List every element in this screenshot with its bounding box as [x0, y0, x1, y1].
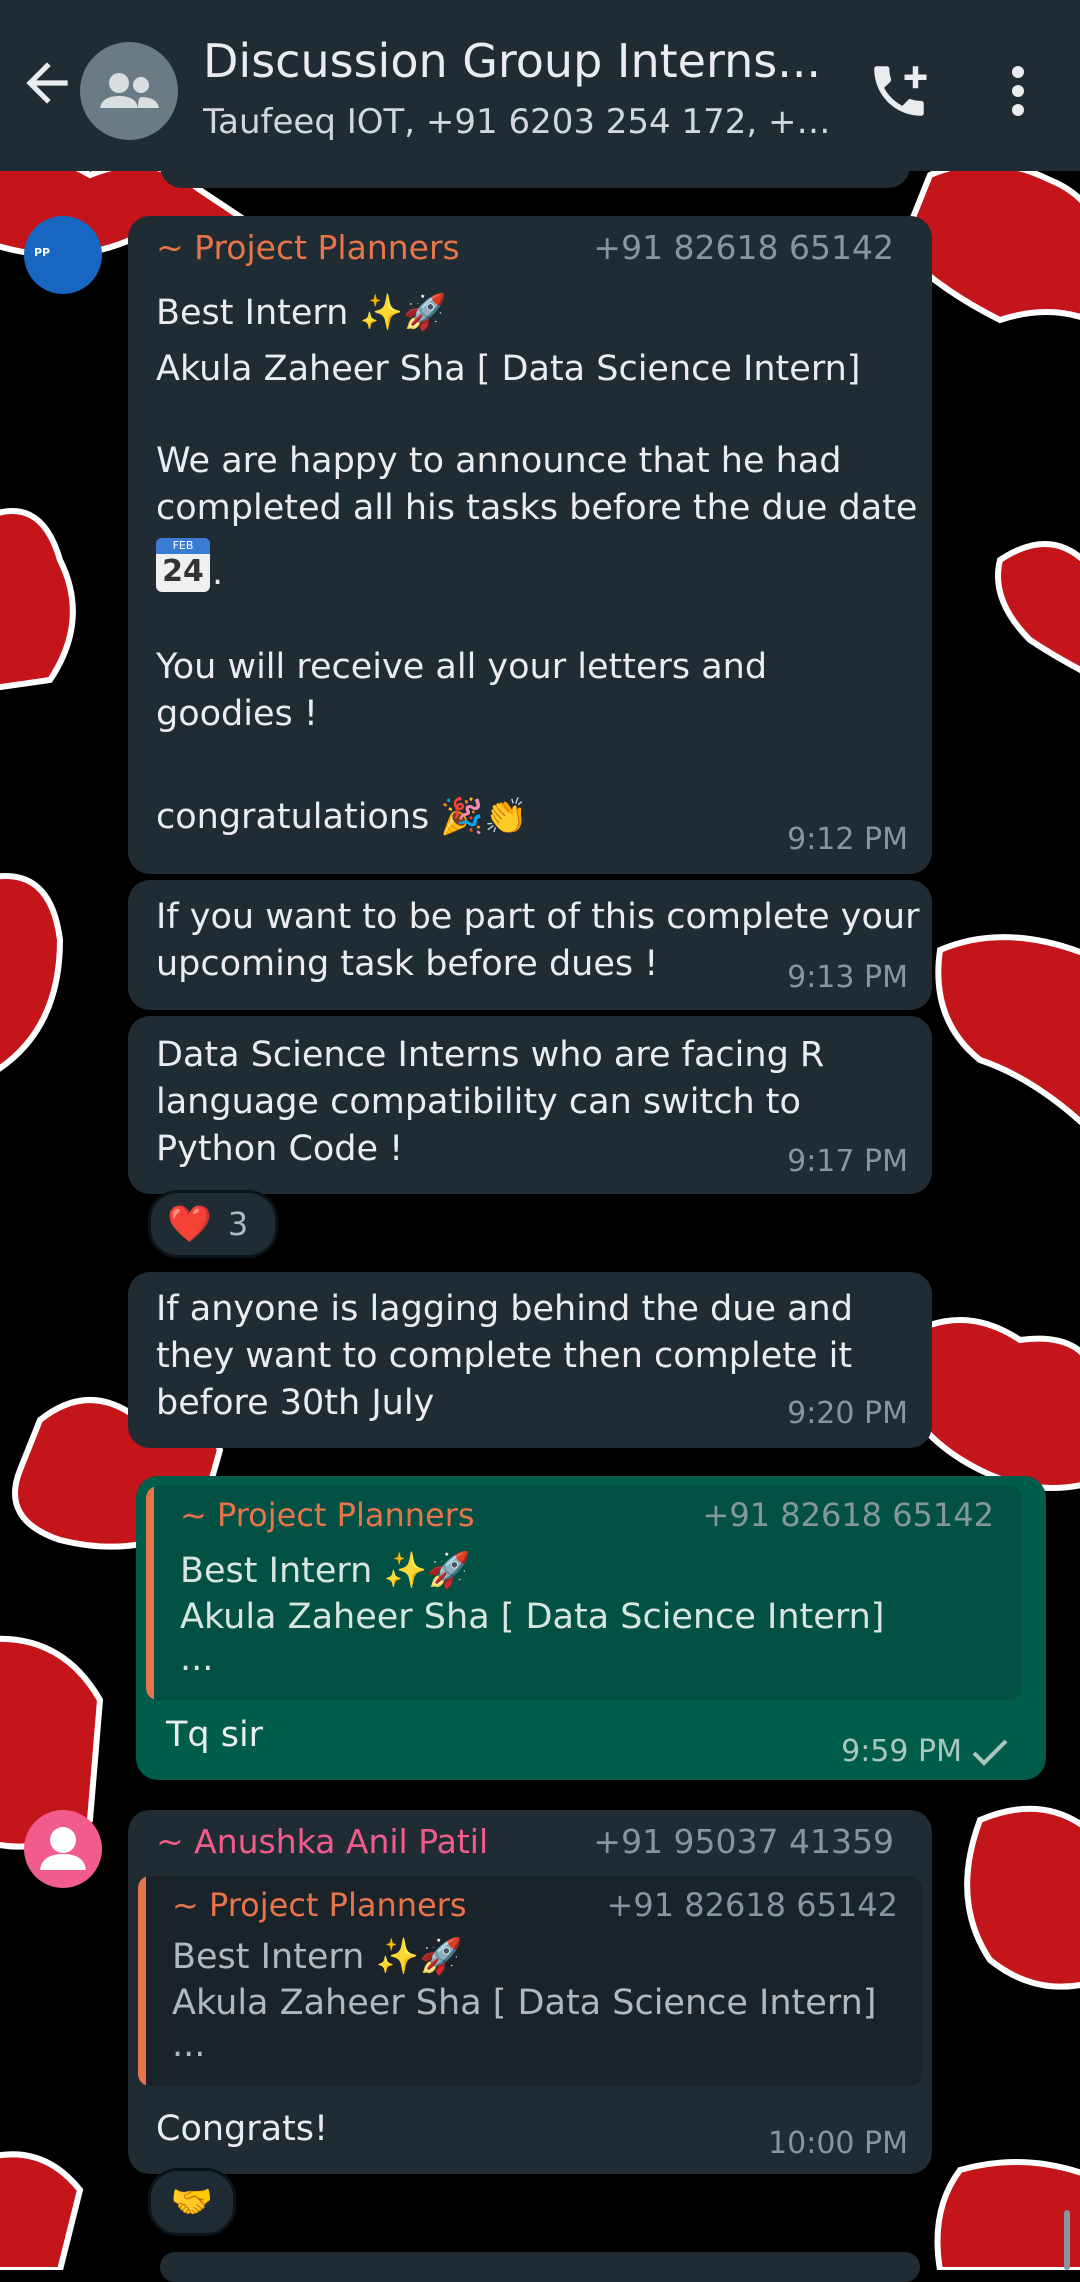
calendar-month: FEB	[156, 538, 210, 554]
avatar-initials: PP	[34, 246, 51, 259]
quoted-text-line: ...	[180, 1639, 214, 1679]
message-text: Tq sir	[166, 1715, 264, 1755]
message-sender[interactable]: ~ Anushka Anil Patil	[156, 1822, 488, 1861]
message-time: 9:59 PM	[841, 1734, 962, 1769]
message-text-line: congratulations 🎉👏	[156, 797, 528, 837]
back-button[interactable]	[16, 52, 78, 114]
quoted-message[interactable]: ~ Project Planners +91 82618 65142 Best …	[146, 1486, 1022, 1700]
quote-bar	[138, 1876, 146, 2086]
group-avatar[interactable]	[80, 42, 178, 140]
sender-phone: +91 82618 65142	[593, 228, 894, 267]
quoted-text-line: Akula Zaheer Sha [ Data Science Intern]	[180, 1597, 885, 1637]
calendar-emoji: FEB 24	[156, 538, 210, 592]
group-icon	[100, 73, 159, 108]
message-text: If anyone is lagging behind the due and …	[156, 1289, 865, 1423]
chat-members[interactable]: Taufeeq IOT, +91 6203 254 172, +91...	[203, 102, 833, 142]
handshake-reaction-icon: 🤝	[170, 2182, 214, 2222]
heart-reaction-icon: ❤️	[167, 1204, 212, 1245]
reaction-badge[interactable]: ❤️ 3	[148, 1190, 278, 1258]
sender-avatar[interactable]	[24, 1810, 102, 1888]
reaction-badge[interactable]: 🤝	[148, 2168, 236, 2236]
add-call-icon	[874, 66, 927, 116]
quoted-phone: +91 82618 65142	[702, 1496, 994, 1534]
quoted-text-line: ...	[172, 2025, 206, 2065]
message-bubble[interactable]: ~ Project Planners +91 82618 65142 Best …	[128, 216, 932, 874]
quoted-text-line: Best Intern ✨🚀	[180, 1551, 471, 1591]
more-vert-icon	[1012, 66, 1024, 116]
message-bubble[interactable]: Data Science Interns who are facing R la…	[128, 1016, 932, 1194]
sender-phone: +91 95037 41359	[593, 1822, 894, 1861]
sender-avatar[interactable]: PP	[24, 216, 102, 294]
message-bubble[interactable]: If you want to be part of this complete …	[128, 880, 932, 1010]
calendar-day: 24	[162, 554, 204, 589]
message-bubble[interactable]: ~ Anushka Anil Patil +91 95037 41359 ~ P…	[128, 1810, 932, 2174]
period-text: .	[212, 553, 224, 593]
add-call-button[interactable]	[866, 58, 932, 124]
quoted-message[interactable]: ~ Project Planners +91 82618 65142 Best …	[138, 1876, 922, 2086]
quoted-sender: ~ Project Planners	[180, 1496, 475, 1534]
message-time: 10:00 PM	[768, 2126, 908, 2161]
quoted-sender: ~ Project Planners	[172, 1886, 467, 1924]
message-sender[interactable]: ~ Project Planners	[156, 228, 460, 267]
message-text-line: Best Intern ✨🚀	[156, 293, 447, 333]
quoted-text-line: Akula Zaheer Sha [ Data Science Intern]	[172, 1983, 877, 2023]
message-text: You will receive all your letters and go…	[156, 647, 779, 734]
quoted-text-line: Best Intern ✨🚀	[172, 1937, 463, 1977]
chat-title[interactable]: Discussion Group Interns...	[203, 34, 823, 88]
message-time: 9:13 PM	[787, 960, 908, 995]
chat-header: Discussion Group Interns... Taufeeq IOT,…	[0, 0, 1080, 171]
more-options-button[interactable]	[990, 58, 1046, 124]
check-icon	[972, 1739, 1008, 1766]
user-icon	[40, 1827, 86, 1870]
outgoing-message-bubble[interactable]: ~ Project Planners +91 82618 65142 Best …	[136, 1476, 1046, 1780]
message-text: We are happy to announce that he had com…	[156, 441, 918, 528]
message-time: 9:17 PM	[787, 1144, 908, 1179]
quote-bar	[146, 1486, 154, 1700]
scrollbar[interactable]	[1064, 2210, 1070, 2270]
message-bubble[interactable]: If anyone is lagging behind the due and …	[128, 1272, 932, 1448]
next-message-bubble	[160, 2252, 920, 2282]
message-text-line: Akula Zaheer Sha [ Data Science Intern]	[156, 349, 861, 389]
quoted-phone: +91 82618 65142	[606, 1886, 898, 1924]
message-time: 9:12 PM	[787, 822, 908, 857]
back-arrow-icon	[26, 62, 68, 104]
message-time: 9:20 PM	[787, 1396, 908, 1431]
message-text: Congrats!	[156, 2109, 329, 2149]
reaction-count: 3	[227, 1205, 249, 1243]
message-text: Data Science Interns who are facing R la…	[156, 1035, 836, 1169]
